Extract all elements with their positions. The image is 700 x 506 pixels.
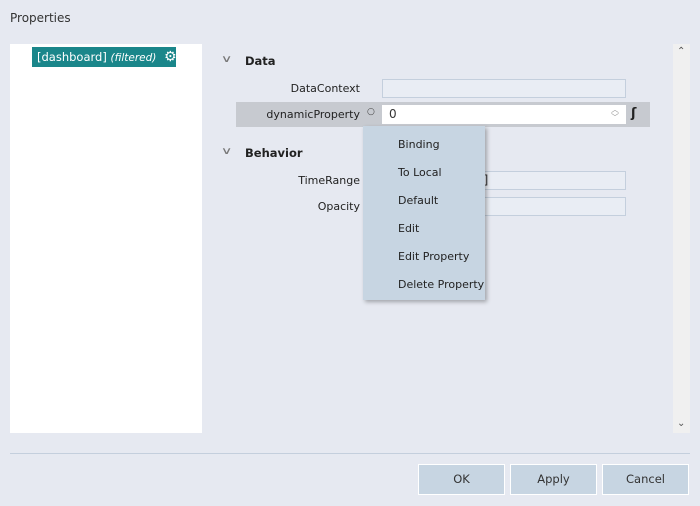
- context-menu: Binding To Local Default Edit Edit Prope…: [363, 126, 485, 300]
- menu-item-edit-property[interactable]: Edit Property: [398, 250, 469, 263]
- apply-button[interactable]: Apply: [510, 464, 597, 495]
- dynamicproperty-value: 0: [389, 107, 397, 121]
- spinner-arrows-icon[interactable]: ︿ ﹀: [611, 106, 619, 122]
- section-behavior-title: Behavior: [245, 146, 303, 160]
- gear-icon[interactable]: ⚙: [164, 49, 177, 65]
- chevron-down-icon[interactable]: ∨: [221, 54, 233, 65]
- tree-node-dashboard[interactable]: [dashboard] (filtered) ⚙: [32, 47, 177, 67]
- cancel-button[interactable]: Cancel: [602, 464, 689, 495]
- section-data-title: Data: [245, 54, 276, 68]
- property-label-dynamicproperty: dynamicProperty: [266, 108, 360, 121]
- menu-item-binding[interactable]: Binding: [398, 138, 440, 151]
- menu-item-to-local[interactable]: To Local: [398, 166, 442, 179]
- tree-panel: [10, 44, 202, 433]
- menu-item-default[interactable]: Default: [398, 194, 438, 207]
- divider: [10, 453, 690, 454]
- property-label-datacontext: DataContext: [290, 82, 360, 95]
- property-marker-icon[interactable]: ○: [367, 107, 375, 117]
- binding-curve-icon[interactable]: ʃ: [631, 106, 636, 121]
- menu-item-delete-property[interactable]: Delete Property: [398, 278, 484, 291]
- datacontext-input[interactable]: [382, 79, 626, 98]
- scroll-up-icon[interactable]: ⌃: [677, 46, 685, 57]
- chevron-down-icon[interactable]: ∨: [221, 146, 233, 157]
- scroll-down-icon[interactable]: ⌄: [677, 418, 685, 429]
- vertical-scrollbar[interactable]: ⌃ ⌄: [673, 44, 690, 433]
- window-title: Properties: [10, 11, 71, 25]
- menu-item-edit[interactable]: Edit: [398, 222, 419, 235]
- node-filter-label: (filtered): [110, 52, 157, 64]
- property-label-opacity: Opacity: [317, 200, 360, 213]
- ok-button[interactable]: OK: [418, 464, 505, 495]
- dynamicproperty-input[interactable]: 0 ︿ ﹀: [382, 105, 626, 124]
- node-label: [dashboard]: [37, 50, 107, 64]
- property-label-timerange: TimeRange: [298, 174, 360, 187]
